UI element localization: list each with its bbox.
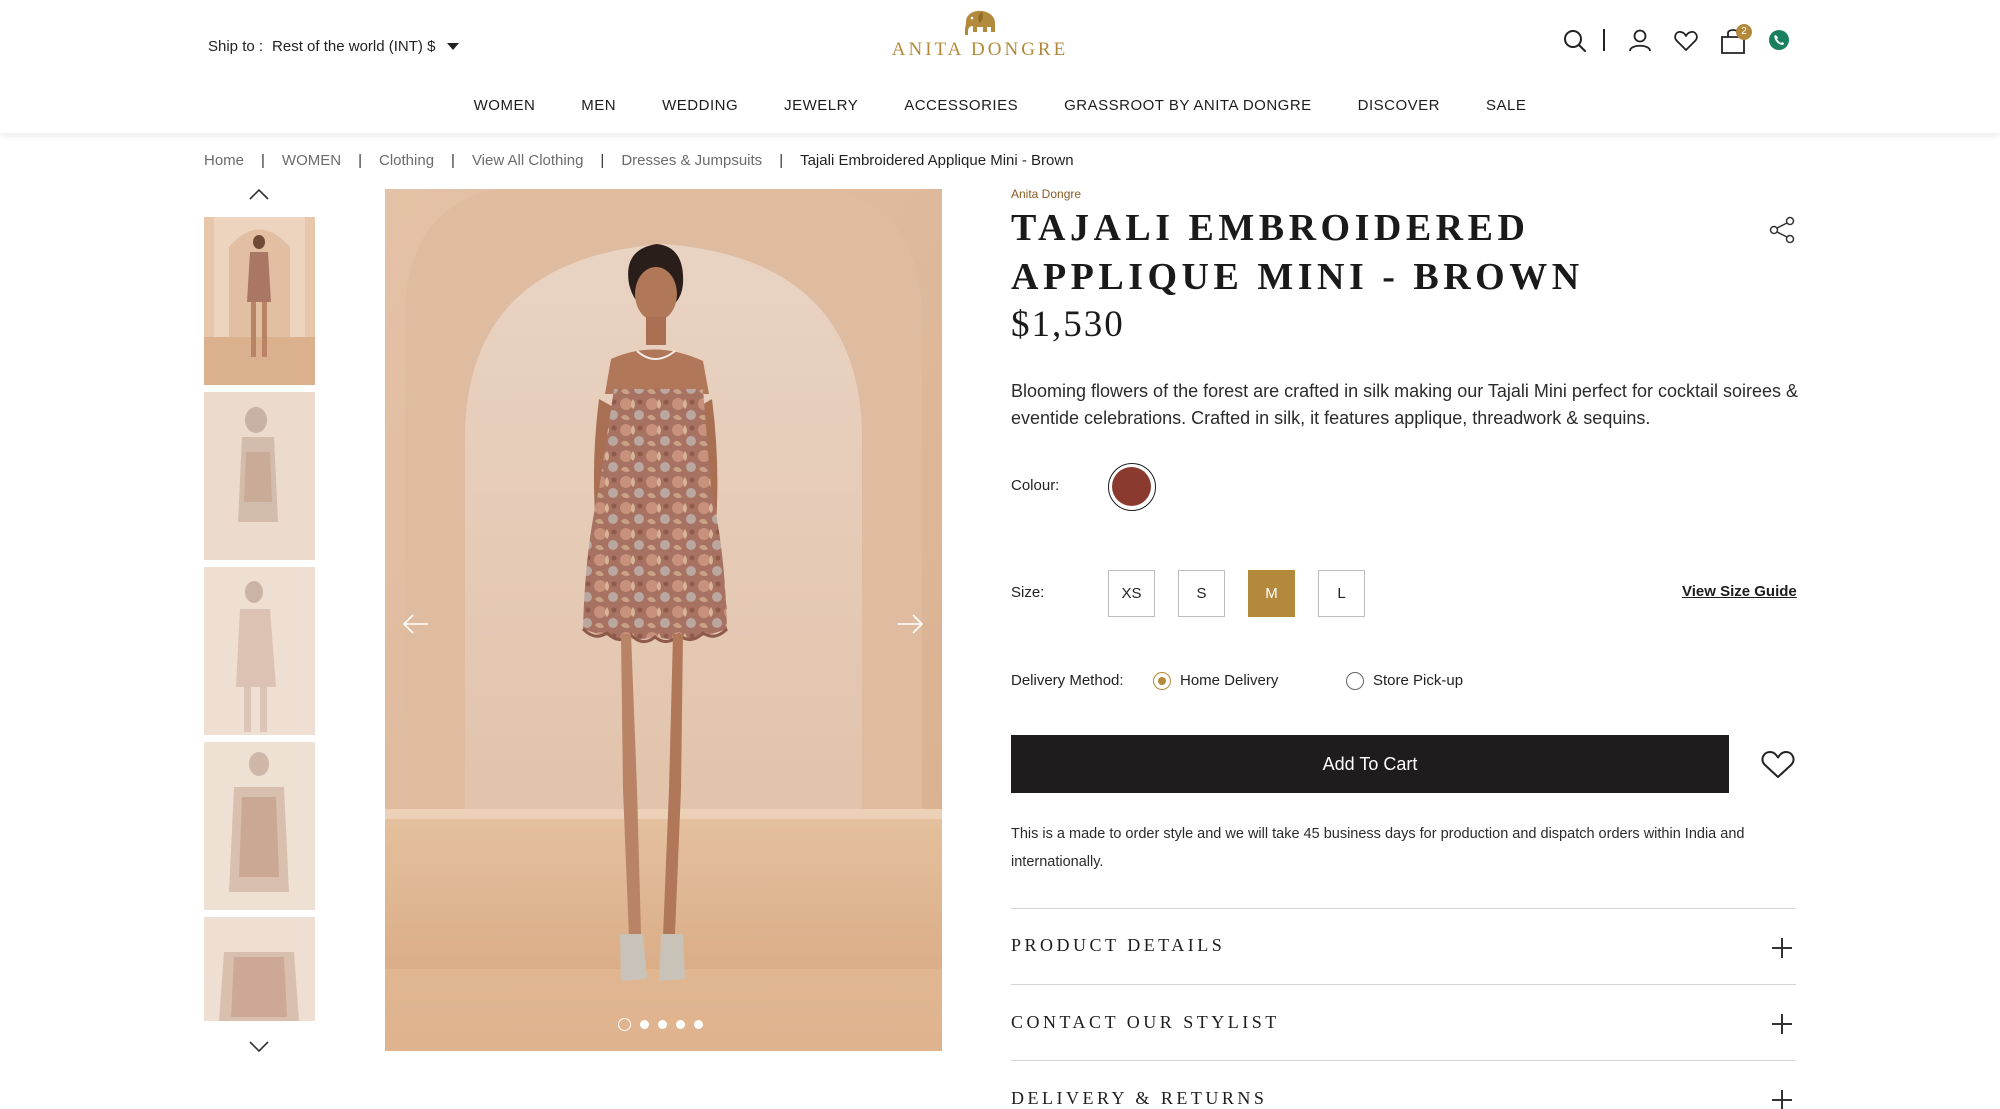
nav-grassroot[interactable]: GRASSROOT BY ANITA DONGRE xyxy=(1041,97,1335,114)
main-nav: WOMEN MEN WEDDING JEWELRY ACCESSORIES GR… xyxy=(0,97,2000,114)
ship-to-selector[interactable]: Ship to : Rest of the world (INT) $ xyxy=(208,38,460,55)
thumbnail-1[interactable] xyxy=(204,217,315,385)
breadcrumb-separator: | xyxy=(600,152,605,169)
divider xyxy=(1011,1060,1796,1061)
breadcrumb-separator: | xyxy=(451,152,455,169)
colour-swatch-brown xyxy=(1112,467,1151,506)
plus-icon[interactable] xyxy=(1772,1014,1792,1034)
arrow-right-icon[interactable] xyxy=(896,612,924,636)
share-icon[interactable] xyxy=(1768,215,1796,245)
product-description: Blooming flowers of the forest are craft… xyxy=(1011,381,1798,428)
carousel-dot[interactable] xyxy=(640,1020,649,1029)
caret-down-icon[interactable] xyxy=(447,43,460,50)
breadcrumb-separator: | xyxy=(261,152,265,169)
carousel-dot[interactable] xyxy=(694,1020,703,1029)
thumbnail-2[interactable] xyxy=(204,392,315,560)
delivery-method-label: Delivery Method: xyxy=(1011,672,1124,689)
nav-jewelry[interactable]: JEWELRY xyxy=(761,97,881,114)
chevron-up-icon[interactable] xyxy=(248,187,270,201)
ship-to-value[interactable]: Rest of the world (INT) $ xyxy=(272,38,435,55)
product-brand[interactable]: Anita Dongre xyxy=(1011,187,1081,201)
nav-discover[interactable]: DISCOVER xyxy=(1335,97,1463,114)
thumbnail-4[interactable] xyxy=(204,742,315,910)
chevron-down-icon[interactable] xyxy=(248,1040,270,1054)
whatsapp-icon[interactable] xyxy=(1768,29,1790,51)
accordion-contact-stylist[interactable]: CONTACT OUR STYLIST xyxy=(1011,1012,1280,1033)
ship-to-label: Ship to : xyxy=(208,38,264,55)
radio-store-pickup[interactable] xyxy=(1346,672,1364,690)
size-label: Size: xyxy=(1011,584,1045,601)
plus-icon[interactable] xyxy=(1772,938,1792,958)
home-delivery-label[interactable]: Home Delivery xyxy=(1180,672,1278,689)
heart-icon[interactable] xyxy=(1671,26,1701,56)
size-option-xs[interactable]: XS xyxy=(1108,570,1155,617)
product-price: $1,530 xyxy=(1011,304,1125,345)
breadcrumb-view-all-clothing[interactable]: View All Clothing xyxy=(472,152,583,169)
site-header: Ship to : Rest of the world (INT) $ ANIT… xyxy=(0,0,2000,133)
logo-text: ANITA DONGRE xyxy=(891,39,1069,60)
nav-wedding[interactable]: WEDDING xyxy=(639,97,761,114)
size-option-m[interactable]: M xyxy=(1248,570,1295,617)
product-photo xyxy=(385,189,942,1051)
main-product-image[interactable] xyxy=(385,189,942,1051)
store-pickup-label[interactable]: Store Pick-up xyxy=(1373,672,1463,689)
accordion-product-details[interactable]: PRODUCT DETAILS xyxy=(1011,935,1225,956)
breadcrumb: Home | WOMEN | Clothing | View All Cloth… xyxy=(204,152,1074,169)
brand-logo[interactable]: ANITA DONGRE xyxy=(880,8,1080,61)
accordion-delivery-returns[interactable]: DELIVERY & RETURNS xyxy=(1011,1088,1267,1109)
breadcrumb-separator: | xyxy=(779,152,784,169)
carousel-dot[interactable] xyxy=(658,1020,667,1029)
product-title: TAJALI EMBROIDERED APPLIQUE MINI - BROWN xyxy=(1011,207,1584,298)
cart-count-badge: 2 xyxy=(1736,24,1752,40)
breadcrumb-clothing[interactable]: Clothing xyxy=(379,152,434,169)
thumbnail-5[interactable] xyxy=(204,917,315,1021)
colour-swatch-selected[interactable] xyxy=(1108,463,1156,511)
nav-accessories[interactable]: ACCESSORIES xyxy=(881,97,1041,114)
breadcrumb-women[interactable]: WOMEN xyxy=(282,152,341,169)
colour-label: Colour: xyxy=(1011,477,1060,494)
radio-home-delivery[interactable] xyxy=(1153,672,1171,690)
cart-button[interactable]: 2 xyxy=(1718,24,1752,56)
thumbnail-strip xyxy=(204,217,315,1028)
breadcrumb-separator: | xyxy=(358,152,362,169)
wishlist-heart-icon[interactable] xyxy=(1760,748,1796,780)
elephant-icon xyxy=(965,10,995,36)
breadcrumb-dresses[interactable]: Dresses & Jumpsuits xyxy=(621,152,762,169)
breadcrumb-home[interactable]: Home xyxy=(204,152,244,169)
carousel-dot[interactable] xyxy=(676,1020,685,1029)
header-divider xyxy=(1603,29,1605,51)
breadcrumb-current: Tajali Embroidered Applique Mini - Brown xyxy=(800,152,1074,169)
nav-men[interactable]: MEN xyxy=(558,97,639,114)
carousel-dot[interactable] xyxy=(618,1018,631,1031)
divider xyxy=(1011,984,1796,985)
size-option-s[interactable]: S xyxy=(1178,570,1225,617)
thumbnail-3[interactable] xyxy=(204,567,315,735)
view-size-guide-link[interactable]: View Size Guide xyxy=(1682,583,1797,600)
nav-sale[interactable]: SALE xyxy=(1463,97,1549,114)
search-icon[interactable] xyxy=(1560,26,1590,56)
carousel-dots xyxy=(618,1018,703,1031)
size-option-l[interactable]: L xyxy=(1318,570,1365,617)
nav-women[interactable]: WOMEN xyxy=(451,97,559,114)
divider xyxy=(1011,908,1796,909)
arrow-left-icon[interactable] xyxy=(402,612,430,636)
made-to-order-note: This is a made to order style and we wil… xyxy=(1011,826,1745,870)
user-icon[interactable] xyxy=(1625,26,1655,56)
add-to-cart-button[interactable]: Add To Cart xyxy=(1011,735,1729,793)
plus-icon[interactable] xyxy=(1772,1090,1792,1109)
